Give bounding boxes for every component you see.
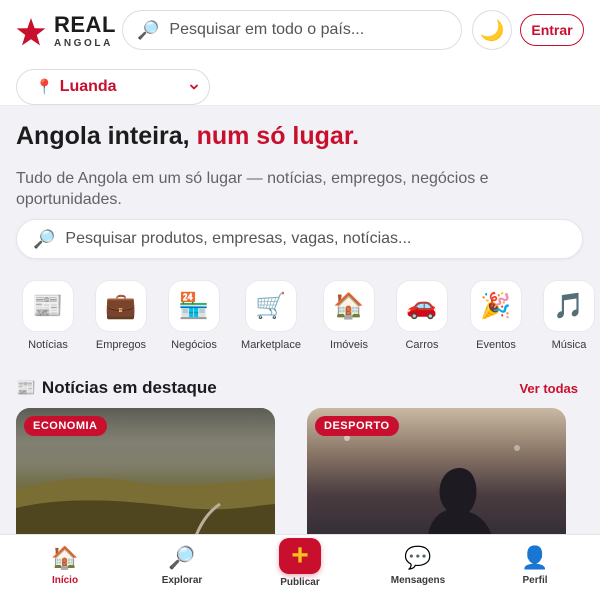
hero-title-main: Angola inteira,	[16, 122, 197, 150]
user-icon: 👤	[521, 545, 549, 570]
store-icon: 🏪	[178, 291, 210, 320]
category-label: Eventos	[476, 339, 516, 351]
music-note-icon: 🎵	[553, 291, 585, 320]
bottom-navigation: 🏠 Início 🔎 Explorar + Publicar 💬 Mensage…	[0, 534, 600, 600]
nav-home[interactable]: 🏠 Início	[40, 535, 90, 600]
nav-profile[interactable]: 👤 Perfil	[512, 535, 558, 600]
nav-explore[interactable]: 🔎 Explorar	[155, 535, 209, 600]
section-title-text: Notícias em destaque	[41, 378, 217, 397]
briefcase-icon: 💼	[105, 291, 137, 320]
house-icon: 🏠	[51, 545, 79, 570]
nav-label: Perfil	[522, 575, 548, 586]
category-label: Carros	[405, 339, 439, 351]
main-search[interactable]: 🔎	[16, 219, 583, 259]
category-badge: DESPORTO	[315, 416, 399, 436]
party-popper-icon: 🎉	[480, 291, 512, 320]
app-header: REAL ANGOLA 🔎 🌙 Entrar 📍 Luanda	[0, 0, 600, 106]
category-noticias[interactable]: 📰 Notícias	[11, 280, 85, 351]
category-carros[interactable]: 🚗 Carros	[385, 280, 459, 351]
nav-messages[interactable]: 💬 Mensagens	[384, 535, 452, 600]
nav-label[interactable]: Publicar	[270, 577, 330, 588]
nav-label: Mensagens	[390, 575, 446, 586]
plus-icon: +	[291, 539, 309, 572]
search-icon: 🔎	[33, 228, 56, 249]
category-label: Música	[551, 339, 587, 351]
hero-subtitle: Tudo de Angola em um só lugar — notícias…	[16, 170, 489, 208]
search-icon: 🔎	[137, 19, 160, 40]
theme-toggle-button[interactable]: 🌙	[472, 10, 512, 50]
category-label: Negócios	[171, 339, 217, 351]
nav-label: Início	[51, 575, 79, 586]
nav-label: Explorar	[161, 575, 203, 586]
category-marketplace[interactable]: 🛒 Marketplace	[234, 280, 308, 351]
search-icon: 🔎	[168, 545, 196, 570]
city-label: Luanda	[59, 78, 117, 95]
category-label: Imóveis	[330, 339, 368, 351]
city-select[interactable]: 📍 Luanda	[16, 69, 210, 105]
main-search-input[interactable]	[65, 230, 566, 248]
category-label: Empregos	[95, 339, 147, 351]
global-search[interactable]: 🔎	[122, 10, 462, 50]
star-logo-icon	[16, 17, 46, 45]
location-pin-icon: 📍	[35, 79, 54, 96]
category-eventos[interactable]: 🎉 Eventos	[459, 280, 533, 351]
cart-icon: 🛒	[255, 291, 287, 320]
category-label: Notícias	[28, 339, 68, 351]
global-search-input[interactable]	[169, 21, 450, 39]
category-negocios[interactable]: 🏪 Negócios	[157, 280, 231, 351]
category-empregos[interactable]: 💼 Empregos	[84, 280, 158, 351]
chevron-down-icon	[190, 84, 198, 90]
category-musica[interactable]: 🎵 Música	[532, 280, 600, 351]
logo[interactable]: REAL ANGOLA	[16, 14, 116, 49]
brand-subtitle: ANGOLA	[54, 38, 113, 49]
main-content: Angola inteira, num só lugar. Tudo de An…	[0, 106, 600, 534]
hero-title: Angola inteira, num só lugar.	[16, 122, 359, 151]
hero-title-accent: num só lugar.	[196, 122, 360, 150]
see-all-link[interactable]: Ver todas	[519, 381, 578, 396]
login-button[interactable]: Entrar	[520, 14, 584, 46]
car-icon: 🚗	[406, 291, 438, 320]
newspaper-icon: 📰	[32, 291, 64, 320]
category-label: Marketplace	[241, 339, 301, 351]
section-title: 📰 Notícias em destaque	[16, 378, 217, 398]
news-card[interactable]: ECONOMIA	[16, 408, 275, 534]
house-icon: 🏠	[333, 291, 365, 320]
moon-icon: 🌙	[479, 19, 505, 42]
newspaper-icon: 📰	[16, 380, 36, 397]
category-list: 📰 Notícias 💼 Empregos 🏪 Negócios 🛒 Marke…	[16, 280, 600, 360]
chat-bubble-icon: 💬	[404, 545, 432, 570]
news-card[interactable]: DESPORTO	[307, 408, 566, 534]
featured-news-header: 📰 Notícias em destaque Ver todas	[16, 376, 578, 400]
category-badge: ECONOMIA	[24, 416, 107, 436]
category-imoveis[interactable]: 🏠 Imóveis	[312, 280, 386, 351]
brand-name: REAL	[54, 12, 116, 37]
publish-button[interactable]: +	[279, 538, 321, 574]
